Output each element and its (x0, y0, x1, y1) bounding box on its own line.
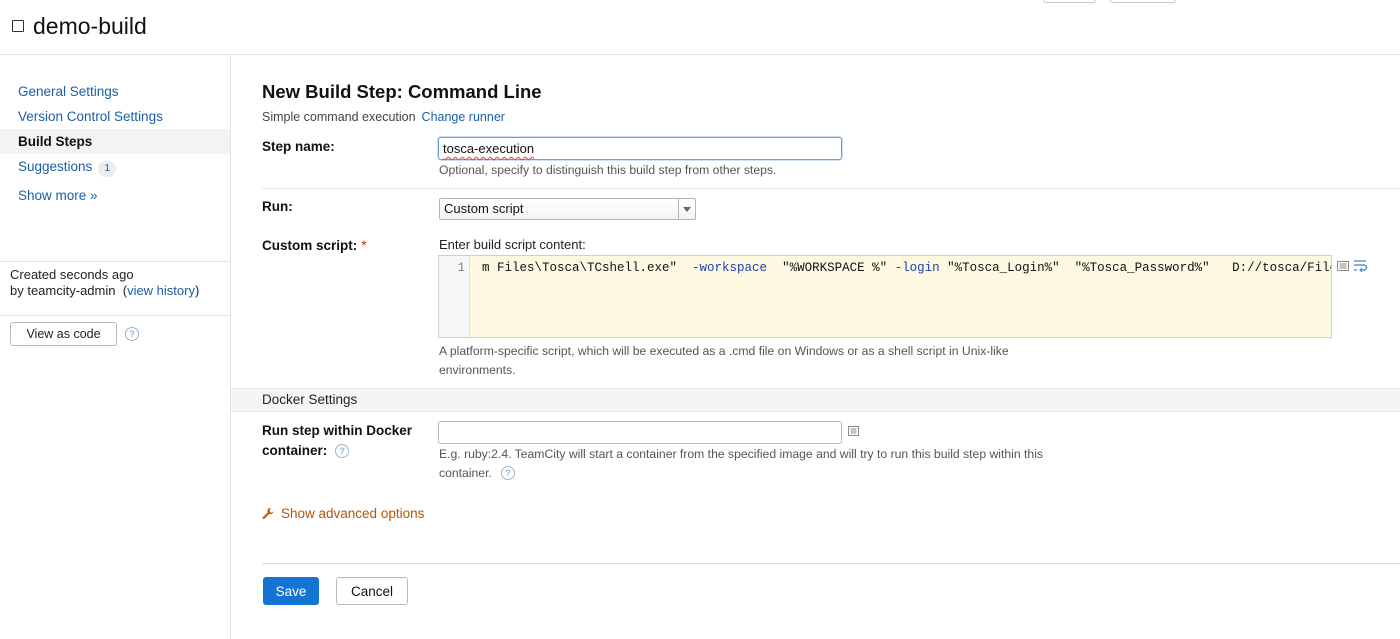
cancel-button[interactable]: Cancel (336, 577, 408, 605)
paren-close: ) (194, 283, 200, 298)
run-selected-value: Custom script (444, 201, 524, 216)
custom-script-label: Custom script: * (262, 236, 367, 256)
wrench-icon (262, 507, 274, 520)
show-advanced-options-link[interactable]: Show advanced options (262, 506, 424, 521)
wrap-lines-icon[interactable] (1353, 259, 1368, 272)
label-line: Run step within Docker (262, 423, 413, 438)
run-label: Run: (262, 199, 293, 214)
help-icon[interactable]: ? (335, 444, 349, 458)
docker-settings-section: Docker Settings (231, 388, 1400, 412)
created-info: Created seconds ago by teamcity-admin (v… (10, 267, 199, 299)
page-header: demo-build (0, 0, 1400, 55)
sidebar-item-label: Version Control Settings (18, 109, 163, 124)
advanced-label: Show advanced options (281, 506, 425, 521)
code-segment: "%Tosca_Login%" "%Tosca_Password%" D://t… (939, 261, 1332, 275)
divider (262, 188, 1400, 189)
suggestions-count-badge: 1 (98, 161, 117, 177)
custom-script-label-text: Custom script: (262, 238, 358, 253)
step-name-value: tosca-execution (443, 141, 535, 156)
label-line: container: (262, 443, 328, 458)
step-name-input[interactable]: tosca-execution (438, 137, 842, 160)
created-time: Created seconds ago (10, 267, 134, 282)
hint-line: E.g. ruby:2.4. TeamCity will start a con… (439, 447, 1043, 461)
sidebar-item-label: General Settings (18, 84, 119, 99)
step-name-hint: Optional, specify to distinguish this bu… (439, 163, 777, 177)
divider (0, 315, 230, 316)
show-more-link[interactable]: Show more » (18, 188, 98, 203)
hint-line: container. (439, 466, 492, 480)
change-runner-link[interactable]: Change runner (422, 110, 505, 124)
hint-line: A platform-specific script, which will b… (439, 344, 1009, 358)
sidebar-item-suggestions[interactable]: Suggestions 1 (0, 154, 230, 179)
sidebar-item-label: Build Steps (18, 134, 93, 149)
sidebar: General Settings Version Control Setting… (0, 55, 231, 639)
expand-editor-icon[interactable] (848, 426, 859, 436)
code-keyword: -login (894, 261, 940, 275)
created-by: by teamcity-admin (10, 283, 116, 298)
form-title: New Build Step: Command Line (262, 81, 542, 102)
view-history-link[interactable]: view history (127, 283, 195, 298)
script-editor[interactable]: 1 m Files\Tosca\TCshell.exe" -workspace … (438, 255, 1332, 338)
checkbox-icon[interactable] (12, 20, 24, 32)
custom-script-hint: A platform-specific script, which will b… (439, 342, 1009, 380)
save-button[interactable]: Save (263, 577, 319, 605)
editor-gutter: 1 (439, 256, 470, 337)
hint-line: environments. (439, 363, 516, 377)
divider (262, 563, 1400, 564)
code-segment: "%WORKSPACE %" (767, 261, 895, 275)
view-as-code-button[interactable]: View as code (10, 322, 117, 346)
code-segment: m Files\Tosca\TCshell.exe" (482, 261, 693, 275)
line-number: 1 (457, 261, 465, 275)
section-title: Docker Settings (262, 392, 358, 407)
help-icon[interactable]: ? (501, 466, 515, 480)
runner-type-text: Simple command execution (262, 110, 416, 124)
code-keyword: -workspace (692, 261, 768, 275)
chevron-down-icon[interactable] (678, 199, 695, 219)
docker-hint: E.g. ruby:2.4. TeamCity will start a con… (439, 445, 1043, 483)
expand-editor-icon[interactable] (1337, 261, 1349, 271)
script-caption: Enter build script content: (439, 237, 586, 252)
sidebar-item-build-steps[interactable]: Build Steps (0, 129, 230, 154)
step-name-label: Step name: (262, 139, 335, 154)
help-icon[interactable]: ? (125, 327, 139, 341)
runner-description: Simple command execution Change runner (262, 110, 505, 124)
run-select[interactable]: Custom script (439, 198, 696, 220)
docker-image-input[interactable] (438, 421, 842, 444)
required-marker: * (361, 238, 367, 253)
script-code-line[interactable]: m Files\Tosca\TCshell.exe" -workspace "%… (482, 261, 1332, 275)
sidebar-item-version-control-settings[interactable]: Version Control Settings (0, 104, 230, 129)
sidebar-item-label: Suggestions (18, 159, 93, 174)
page-title: demo-build (33, 13, 147, 39)
divider (0, 261, 230, 262)
sidebar-item-general-settings[interactable]: General Settings (0, 79, 230, 104)
